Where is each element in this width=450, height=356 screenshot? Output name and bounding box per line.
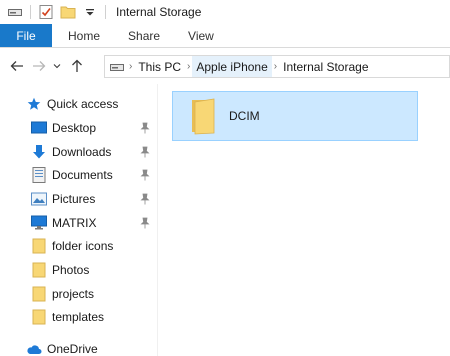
sidebar-item-documents[interactable]: Documents [0,164,158,186]
breadcrumb-internal-storage[interactable]: Internal Storage [279,56,372,77]
file-list: DCIM [159,84,450,356]
customize-dropdown-icon[interactable] [81,3,99,21]
chevron-down-icon [53,64,61,69]
navigation-pane: Quick access Desktop Downloads Documents [0,84,158,356]
folder-icon [31,309,47,325]
sidebar-item-onedrive[interactable]: OneDrive [0,338,158,356]
breadcrumb-apple-iphone[interactable]: Apple iPhone [192,56,272,77]
tab-file[interactable]: File [0,24,52,47]
back-button[interactable] [6,55,28,77]
folder-icon [31,262,47,278]
sidebar-item-folder-icons[interactable]: folder icons [0,235,158,257]
cloud-icon [26,341,42,356]
folder-icon [31,286,47,302]
pictures-icon [31,191,47,207]
downloads-arrow-icon [31,144,47,160]
sidebar-item-quick-access[interactable]: Quick access [0,93,158,115]
tab-view[interactable]: View [174,24,228,47]
title-bar: Internal Storage [0,0,450,24]
toolbar-divider [105,5,106,19]
sidebar-item-label: Desktop [52,121,97,135]
sidebar-item-label: Downloads [52,145,112,159]
properties-checkmark-icon[interactable] [37,3,55,21]
sidebar-item-label: OneDrive [47,342,98,356]
sidebar-item-desktop[interactable]: Desktop [0,117,158,139]
file-item-dcim[interactable]: DCIM [172,91,418,141]
recent-locations-button[interactable] [50,55,64,77]
pin-icon [140,122,150,134]
monitor-icon [31,215,47,231]
sidebar-item-label: MATRIX [52,216,97,230]
forward-arrow-icon [33,61,46,71]
sidebar-item-label: Pictures [52,192,96,206]
forward-button[interactable] [28,55,50,77]
sidebar-item-matrix[interactable]: MATRIX [0,212,158,234]
sidebar-item-label: Photos [52,263,90,277]
sidebar-item-downloads[interactable]: Downloads [0,141,158,163]
sidebar-item-label: projects [52,287,95,301]
new-folder-icon[interactable] [59,3,77,21]
toolbar-divider [30,5,31,19]
navigation-bar: › This PC › Apple iPhone › Internal Stor… [0,48,450,84]
pin-icon [140,193,150,205]
sidebar-item-pictures[interactable]: Pictures [0,188,158,210]
up-arrow-icon [72,59,82,72]
up-button[interactable] [66,55,88,77]
desktop-icon [31,120,47,136]
ribbon-tabs: File Home Share View [0,24,450,48]
breadcrumb-this-pc[interactable]: This PC [134,56,185,77]
back-arrow-icon [10,61,23,71]
sidebar-item-templates[interactable]: templates [0,306,158,328]
pin-icon [140,146,150,158]
sidebar-item-label: folder icons [52,239,114,253]
sidebar-item-label: Documents [52,168,113,182]
window-title: Internal Storage [116,5,202,19]
file-item-label: DCIM [229,109,260,123]
address-bar[interactable]: › This PC › Apple iPhone › Internal Stor… [104,55,450,78]
sidebar-item-label: templates [52,310,105,324]
drive-icon [109,59,125,75]
folder-icon [31,238,47,254]
tab-home[interactable]: Home [52,24,114,47]
pin-icon [140,217,150,229]
star-icon [26,96,42,112]
sidebar-item-label: Quick access [47,97,119,111]
sidebar-item-photos[interactable]: Photos [0,259,158,281]
documents-icon [31,167,47,183]
pin-icon [140,169,150,181]
breadcrumb-separator-icon[interactable]: › [127,61,134,72]
sidebar-item-projects[interactable]: projects [0,283,158,305]
tab-share[interactable]: Share [114,24,174,47]
breadcrumb-separator-icon[interactable]: › [272,61,279,72]
breadcrumb-separator-icon[interactable]: › [185,61,192,72]
quick-access-toolbar [0,0,112,24]
folder-icon [183,96,219,136]
drive-icon[interactable] [6,3,24,21]
